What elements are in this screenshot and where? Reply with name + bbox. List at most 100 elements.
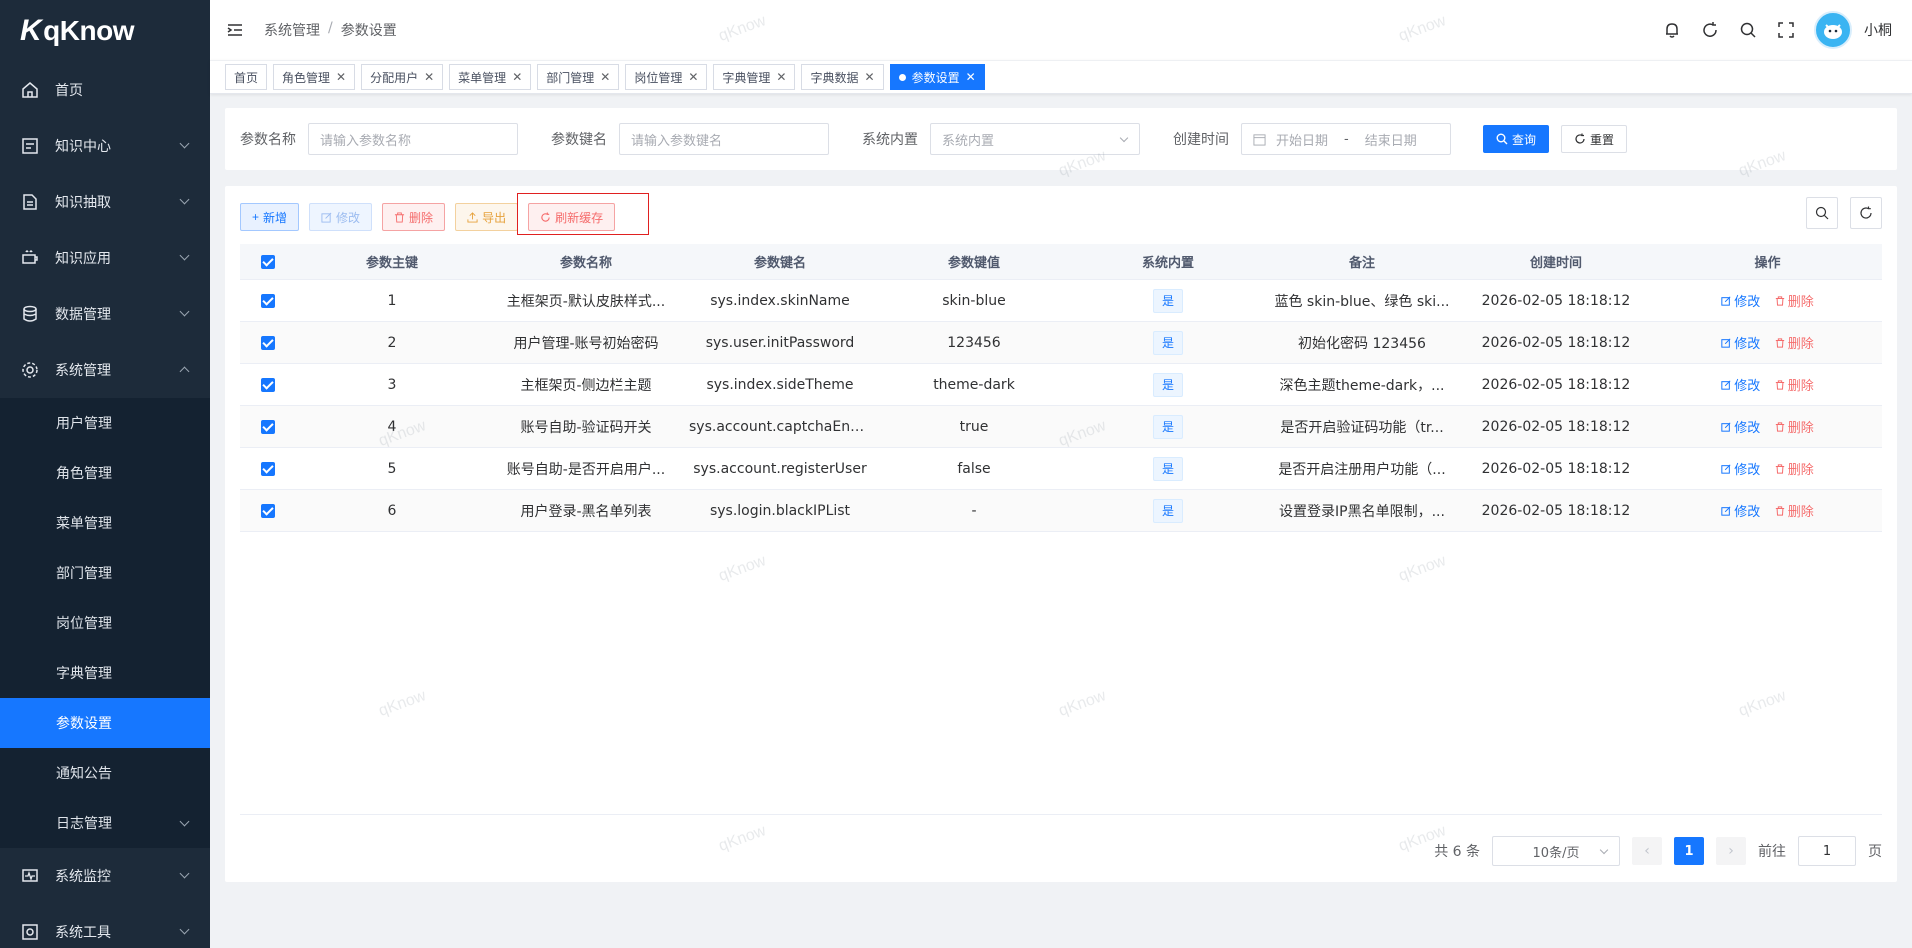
end-date-placeholder[interactable]: 结束日期 bbox=[1365, 130, 1417, 149]
edit-label: 修改 bbox=[1734, 505, 1761, 520]
sidebar-item-knowledge-center[interactable]: 知识中心 bbox=[0, 118, 210, 174]
row-delete-link[interactable]: 删除 bbox=[1775, 333, 1814, 352]
tag-param-settings[interactable]: 参数设置 ✕ bbox=[889, 64, 985, 90]
tag-post-management[interactable]: 岗位管理 ✕ bbox=[625, 64, 708, 90]
table-row[interactable]: 1 主框架页-默认皮肤样式... sys.index.skinName skin… bbox=[240, 280, 1882, 322]
table-row[interactable]: 6 用户登录-黑名单列表 sys.login.blackIPList - 是 设… bbox=[240, 490, 1882, 532]
fullscreen-icon[interactable] bbox=[1776, 20, 1796, 40]
active-dot-icon bbox=[898, 73, 906, 81]
sidebar-item-system-tools[interactable]: 系统工具 bbox=[0, 904, 210, 948]
tag-dict-data[interactable]: 字典数据 ✕ bbox=[801, 64, 884, 90]
tag-dept-management[interactable]: 部门管理 ✕ bbox=[537, 64, 620, 90]
param-name-input[interactable]: 请输入参数名称 bbox=[308, 123, 518, 155]
row-select-cell bbox=[240, 293, 295, 309]
sidebar-item-knowledge-extract[interactable]: 知识抽取 bbox=[0, 174, 210, 230]
cell-id: 2 bbox=[387, 334, 397, 351]
sidebar-item-menu-management[interactable]: 菜单管理 bbox=[0, 498, 210, 548]
date-range-picker[interactable]: 开始日期 - 结束日期 bbox=[1241, 123, 1451, 155]
cell-id: 5 bbox=[387, 460, 397, 477]
close-icon[interactable]: ✕ bbox=[336, 70, 346, 84]
next-page-button[interactable]: › bbox=[1716, 837, 1746, 865]
avatar[interactable] bbox=[1814, 11, 1852, 49]
close-icon[interactable]: ✕ bbox=[512, 70, 522, 84]
row-checkbox[interactable] bbox=[260, 335, 275, 350]
row-delete-link[interactable]: 删除 bbox=[1775, 459, 1814, 478]
edit-icon bbox=[1721, 379, 1731, 390]
sidebar-item-notice[interactable]: 通知公告 bbox=[0, 748, 210, 798]
sidebar-item-user-management[interactable]: 用户管理 bbox=[0, 398, 210, 448]
page-number-current[interactable]: 1 bbox=[1674, 837, 1704, 865]
tag-role-management[interactable]: 角色管理 ✕ bbox=[273, 64, 356, 90]
row-delete-link[interactable]: 删除 bbox=[1775, 375, 1814, 394]
refresh-icon bbox=[1860, 206, 1872, 219]
tag-home[interactable]: 首页 bbox=[225, 64, 268, 90]
builtin-select[interactable]: 系统内置 bbox=[930, 123, 1140, 155]
row-edit-link[interactable]: 修改 bbox=[1721, 501, 1760, 520]
sidebar-item-log-management[interactable]: 日志管理 bbox=[0, 798, 210, 848]
column-header: 操作 bbox=[1754, 256, 1781, 271]
start-date-placeholder[interactable]: 开始日期 bbox=[1276, 130, 1328, 149]
row-edit-link[interactable]: 修改 bbox=[1721, 375, 1760, 394]
row-edit-link[interactable]: 修改 bbox=[1721, 417, 1760, 436]
breadcrumb-item[interactable]: 系统管理 bbox=[264, 20, 320, 40]
close-icon[interactable]: ✕ bbox=[688, 70, 698, 84]
export-button[interactable]: 导出 bbox=[455, 203, 519, 231]
sidebar-item-system-management[interactable]: 系统管理 bbox=[0, 342, 210, 398]
close-icon[interactable]: ✕ bbox=[600, 70, 610, 84]
sidebar-item-data-management[interactable]: 数据管理 bbox=[0, 286, 210, 342]
sidebar-item-post-management[interactable]: 岗位管理 bbox=[0, 598, 210, 648]
menu-toggle-icon[interactable] bbox=[226, 21, 244, 39]
row-delete-link[interactable]: 删除 bbox=[1775, 417, 1814, 436]
table-row[interactable]: 3 主框架页-侧边栏主题 sys.index.sideTheme theme-d… bbox=[240, 364, 1882, 406]
goto-page-input[interactable]: 1 bbox=[1798, 836, 1856, 866]
row-edit-link[interactable]: 修改 bbox=[1721, 291, 1760, 310]
delete-label: 删除 bbox=[1787, 421, 1814, 436]
param-key-input[interactable]: 请输入参数键名 bbox=[619, 123, 829, 155]
row-checkbox[interactable] bbox=[260, 503, 275, 518]
bell-icon[interactable] bbox=[1662, 20, 1682, 40]
username[interactable]: 小桐 bbox=[1864, 20, 1892, 40]
tag-dict-management[interactable]: 字典管理 ✕ bbox=[713, 64, 796, 90]
row-checkbox[interactable] bbox=[260, 461, 275, 476]
sidebar-item-dict-management[interactable]: 字典管理 bbox=[0, 648, 210, 698]
search-icon[interactable] bbox=[1738, 20, 1758, 40]
tag-label: 首页 bbox=[234, 70, 259, 85]
sidebar-item-knowledge-app[interactable]: 知识应用 bbox=[0, 230, 210, 286]
close-icon[interactable]: ✕ bbox=[424, 70, 434, 84]
table-row[interactable]: 4 账号自助-验证码开关 sys.account.captchaEna... t… bbox=[240, 406, 1882, 448]
page-size-select[interactable]: 10条/页 bbox=[1492, 836, 1620, 866]
row-checkbox[interactable] bbox=[260, 293, 275, 308]
reset-button[interactable]: 重置 bbox=[1561, 125, 1628, 153]
row-delete-link[interactable]: 删除 bbox=[1775, 291, 1814, 310]
row-delete-link[interactable]: 删除 bbox=[1775, 501, 1814, 520]
row-edit-link[interactable]: 修改 bbox=[1721, 459, 1760, 478]
cell-builtin: 是 bbox=[1071, 414, 1265, 439]
sidebar-item-system-monitor[interactable]: 系统监控 bbox=[0, 848, 210, 904]
sidebar-item-param-settings[interactable]: 参数设置 bbox=[0, 698, 210, 748]
edit-button[interactable]: 修改 bbox=[309, 203, 373, 231]
prev-page-button[interactable]: ‹ bbox=[1632, 837, 1662, 865]
close-icon[interactable]: ✕ bbox=[776, 70, 786, 84]
delete-button[interactable]: 删除 bbox=[382, 203, 446, 231]
refresh-icon[interactable] bbox=[1700, 20, 1720, 40]
toggle-search-button[interactable] bbox=[1806, 197, 1838, 229]
add-button[interactable]: + 新增 bbox=[240, 203, 300, 231]
sidebar-item-role-management[interactable]: 角色管理 bbox=[0, 448, 210, 498]
cell-builtin: 是 bbox=[1071, 456, 1265, 481]
query-button[interactable]: 查询 bbox=[1483, 125, 1550, 153]
close-icon[interactable]: ✕ bbox=[865, 70, 875, 84]
edit-icon bbox=[1721, 505, 1731, 516]
sidebar-item-dept-management[interactable]: 部门管理 bbox=[0, 548, 210, 598]
tag-assign-user[interactable]: 分配用户 ✕ bbox=[361, 64, 444, 90]
table-row[interactable]: 5 账号自助-是否开启用户... sys.account.registerUse… bbox=[240, 448, 1882, 490]
row-checkbox[interactable] bbox=[260, 377, 275, 392]
row-checkbox[interactable] bbox=[260, 419, 275, 434]
table-row[interactable]: 2 用户管理-账号初始密码 sys.user.initPassword 1234… bbox=[240, 322, 1882, 364]
close-icon[interactable]: ✕ bbox=[966, 70, 976, 84]
refresh-table-button[interactable] bbox=[1850, 197, 1882, 229]
tag-menu-management[interactable]: 菜单管理 ✕ bbox=[449, 64, 532, 90]
sidebar-item-home[interactable]: 首页 bbox=[0, 62, 210, 118]
select-all-checkbox[interactable] bbox=[260, 254, 275, 269]
column-header: 参数名称 bbox=[559, 256, 612, 271]
row-edit-link[interactable]: 修改 bbox=[1721, 333, 1760, 352]
